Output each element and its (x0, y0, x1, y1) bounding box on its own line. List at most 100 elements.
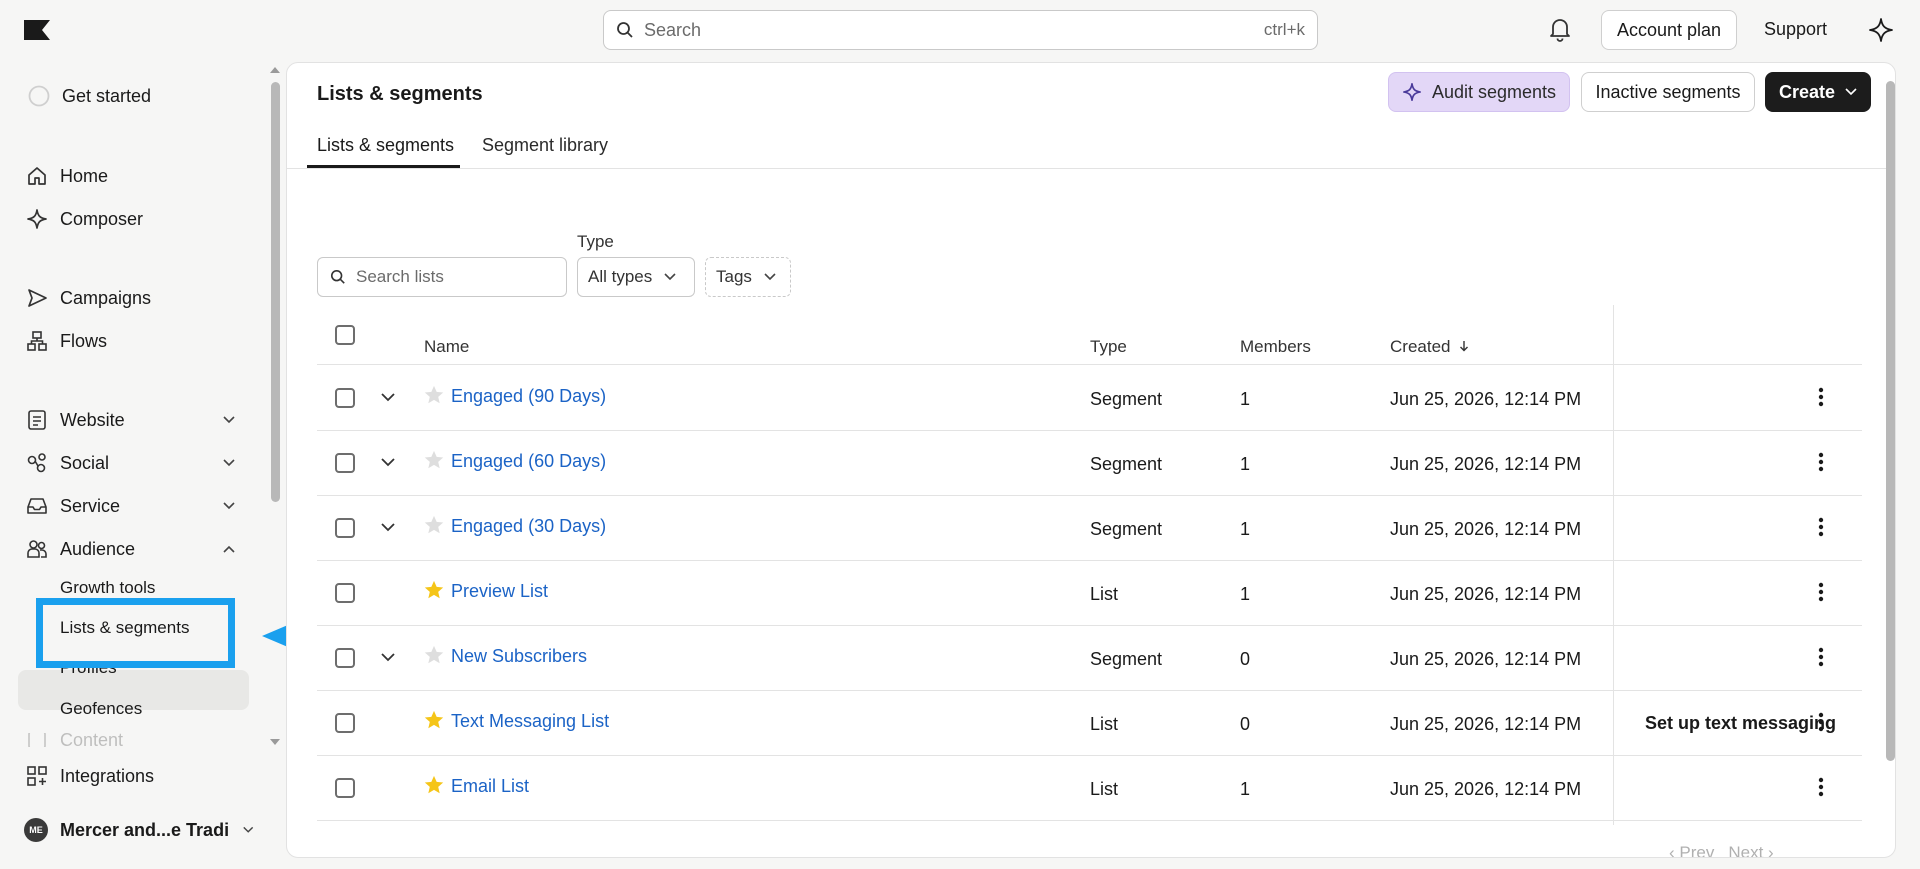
sidebar-item-integrations[interactable]: Integrations (26, 761, 154, 791)
star-outline-icon[interactable] (423, 384, 445, 406)
sidebar-item-audience[interactable]: Audience (26, 534, 135, 564)
table-row[interactable]: Engaged (90 Days) Segment 1 Jun 25, 2026, 1… (317, 366, 1862, 431)
main-scrollbar[interactable] (1885, 81, 1895, 781)
table-row[interactable]: Preview List List 1 Jun 25, 2026, 12:14 PM (317, 561, 1862, 626)
chevron-down-icon[interactable] (222, 458, 236, 468)
search-placeholder: Search (644, 19, 702, 40)
table-row[interactable]: Engaged (30 Days) Segment 1 Jun 25, 2026, 1… (317, 496, 1862, 561)
more-vertical-icon[interactable] (1817, 711, 1825, 733)
star-outline-icon[interactable] (423, 644, 445, 666)
row-name-link[interactable]: New Subscribers (451, 646, 587, 667)
scroll-up-icon[interactable] (269, 66, 281, 74)
star-filled-icon[interactable] (423, 709, 445, 731)
logo-icon[interactable] (24, 20, 50, 40)
sidebar-label: Content (60, 733, 124, 747)
row-checkbox[interactable] (335, 388, 355, 408)
row-name-link[interactable]: Email List (451, 776, 529, 797)
global-search-input[interactable]: Search ctrl+k (603, 10, 1318, 50)
row-checkbox[interactable] (335, 453, 355, 473)
row-name-link[interactable]: Preview List (451, 581, 548, 602)
sidebar-label: Service (60, 495, 121, 516)
sidebar-item-campaigns[interactable]: Campaigns (26, 283, 151, 313)
select-all-checkbox[interactable] (335, 325, 355, 345)
chevron-down-icon[interactable] (379, 646, 397, 668)
more-vertical-icon[interactable] (1817, 386, 1825, 408)
row-name-link[interactable]: Engaged (60 Days) (451, 451, 606, 472)
column-header-members[interactable]: Members (1240, 337, 1311, 357)
row-name-link[interactable]: Engaged (90 Days) (451, 386, 606, 407)
table-row[interactable]: New Subscribers Segment 0 Jun 25, 2026, 12:… (317, 626, 1862, 691)
column-header-type[interactable]: Type (1090, 337, 1127, 357)
account-switcher[interactable]: ME Mercer and...e Trading (24, 818, 254, 842)
chevron-down-icon[interactable] (222, 415, 236, 425)
inactive-segments-button[interactable]: Inactive segments (1581, 72, 1755, 112)
account-plan-button[interactable]: Account plan (1601, 10, 1737, 50)
chevron-down-icon[interactable] (379, 451, 397, 473)
create-button[interactable]: Create (1765, 72, 1871, 112)
star-filled-icon[interactable] (423, 774, 445, 796)
more-vertical-icon[interactable] (1817, 516, 1825, 538)
avatar: ME (24, 818, 48, 842)
row-name-link[interactable]: Text Messaging List (451, 711, 609, 732)
row-type: List (1090, 714, 1119, 734)
chevron-up-icon[interactable] (222, 544, 236, 554)
account-name: Mercer and...e Trading (60, 819, 230, 840)
scroll-down-icon[interactable] (269, 738, 281, 746)
sidebar-item-growth-tools[interactable]: Growth tools (60, 578, 155, 598)
sparkle-icon[interactable] (1868, 17, 1894, 43)
row-checkbox[interactable] (335, 648, 355, 668)
main-scroll-thumb[interactable] (1886, 81, 1895, 761)
row-checkbox[interactable] (335, 518, 355, 538)
type-select[interactable]: All types (577, 257, 695, 297)
column-header-created[interactable]: Created (1390, 337, 1469, 357)
chevron-down-icon (664, 273, 676, 281)
sidebar-item-website[interactable]: Website (26, 405, 125, 435)
chevron-down-icon[interactable] (379, 516, 397, 538)
sidebar-item-geofences[interactable]: Geofences (60, 699, 142, 719)
row-created: Jun 25, 2026, 12:14 PM (1390, 454, 1582, 474)
pager-prev[interactable]: ‹ Prev (1669, 843, 1714, 857)
star-outline-icon[interactable] (423, 514, 445, 536)
row-checkbox[interactable] (335, 583, 355, 603)
send-icon (26, 287, 48, 309)
support-link[interactable]: Support (1764, 19, 1827, 40)
sidebar-scroll-thumb[interactable] (271, 82, 280, 502)
table-row[interactable]: Email List List 1 Jun 25, 2026, 12:14 PM (317, 756, 1862, 821)
sidebar-label: Website (60, 409, 125, 430)
table-row[interactable]: Text Messaging List List 0 Jun 25, 2026, 12… (317, 691, 1862, 756)
chevron-down-icon[interactable] (222, 501, 236, 511)
more-vertical-icon[interactable] (1817, 776, 1825, 798)
sidebar-item-social[interactable]: Social (26, 448, 109, 478)
tab-lists-segments[interactable]: Lists & segments (317, 135, 454, 156)
row-checkbox[interactable] (335, 713, 355, 733)
pager-next[interactable]: Next › (1728, 843, 1773, 857)
integrations-icon (26, 765, 48, 787)
sidebar-item-flows[interactable]: Flows (26, 326, 107, 356)
more-vertical-icon[interactable] (1817, 581, 1825, 603)
row-checkbox[interactable] (335, 778, 355, 798)
sidebar-item-home[interactable]: Home (26, 161, 108, 191)
row-name-link[interactable]: Engaged (30 Days) (451, 516, 606, 537)
type-filter-label: Type (577, 232, 614, 251)
tags-select[interactable]: Tags (705, 257, 791, 297)
sidebar-item-get-started[interactable]: Get started (28, 81, 151, 111)
star-filled-icon[interactable] (423, 579, 445, 601)
highlight-box (36, 598, 235, 668)
more-vertical-icon[interactable] (1817, 646, 1825, 668)
row-members: 1 (1240, 779, 1251, 799)
type-select-value: All types (588, 267, 653, 286)
more-vertical-icon[interactable] (1817, 451, 1825, 473)
audit-segments-button[interactable]: Audit segments (1388, 72, 1570, 112)
chevron-down-icon[interactable] (379, 386, 397, 408)
bell-icon[interactable] (1548, 16, 1572, 42)
tab-bar: Lists & segments Segment library (287, 123, 1895, 169)
column-header-name[interactable]: Name (424, 337, 469, 357)
row-action-link[interactable]: Set up text messaging (1645, 713, 1836, 734)
table-row[interactable]: Engaged (60 Days) Segment 1 Jun 25, 2026, 1… (317, 431, 1862, 496)
sidebar-item-composer[interactable]: Composer (26, 204, 143, 234)
search-lists-input[interactable]: Search lists (317, 257, 567, 297)
star-outline-icon[interactable] (423, 449, 445, 471)
tab-segment-library[interactable]: Segment library (482, 135, 608, 156)
sidebar-item-content[interactable]: Content (26, 733, 123, 747)
sidebar-item-service[interactable]: Service (26, 491, 120, 521)
